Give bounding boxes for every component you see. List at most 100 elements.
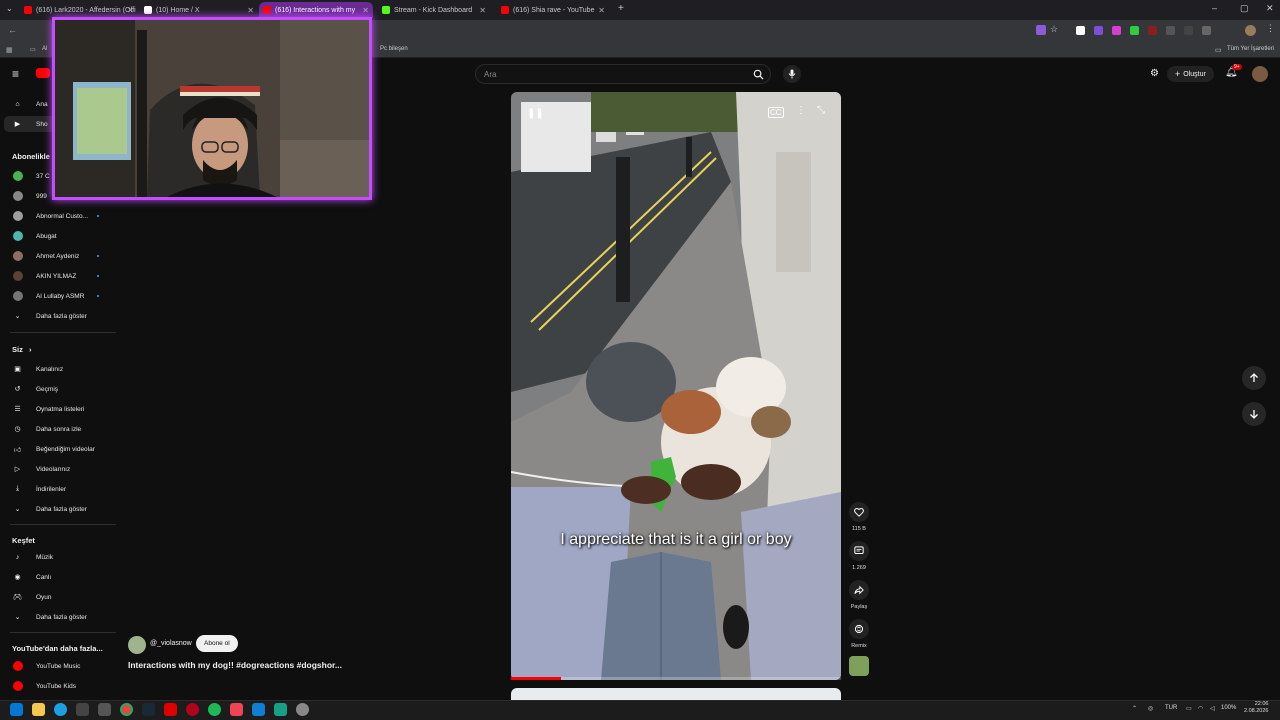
back-icon[interactable]: ← xyxy=(8,25,17,35)
browser-tab-2[interactable]: (10) Home / X ✕ xyxy=(140,2,258,18)
bookmark-al[interactable]: Al xyxy=(42,46,47,52)
file-explorer-icon[interactable] xyxy=(32,703,45,716)
extension-icon[interactable] xyxy=(1094,26,1103,35)
app-icon[interactable] xyxy=(296,703,309,716)
volume-tray-icon[interactable]: ◁ xyxy=(1210,705,1215,712)
search-button[interactable] xyxy=(746,64,771,84)
profile-avatar[interactable] xyxy=(1245,25,1256,36)
remix-button[interactable]: Remix xyxy=(848,619,870,649)
sidebar-item-your-channel[interactable]: ▣ Kanalınız xyxy=(0,361,118,377)
tab-search-icon[interactable]: ⌄ xyxy=(6,4,13,13)
new-tab-button[interactable]: + xyxy=(618,3,624,14)
audio-thumbnail[interactable] xyxy=(849,656,869,676)
browser-tab-5[interactable]: (616) Shia rave - YouTube ✕ xyxy=(497,2,609,18)
hamburger-menu-icon[interactable]: ≡ xyxy=(12,67,19,81)
window-close-icon[interactable]: ✕ xyxy=(1266,3,1274,14)
extension-icon[interactable] xyxy=(1166,26,1175,35)
extension-icon[interactable] xyxy=(1112,26,1121,35)
search-input[interactable]: Ara xyxy=(475,64,771,84)
subscription-item[interactable]: Al Lullaby ASMR xyxy=(0,288,118,304)
sidebar-item-music[interactable]: ♪ Müzik xyxy=(0,549,118,565)
sidebar-item-gaming[interactable]: 🎮︎ Oyun xyxy=(0,589,118,605)
steam-icon[interactable] xyxy=(142,703,155,716)
subscription-item[interactable]: Abnormal Custo... xyxy=(0,208,118,224)
subscription-item[interactable]: Ahmet Aydeniz xyxy=(0,248,118,264)
tray-app-icon[interactable]: ◎ xyxy=(1148,705,1153,712)
app-icon[interactable] xyxy=(274,703,287,716)
extension-icon[interactable] xyxy=(1148,26,1157,35)
sidebar-item-youtube-music[interactable]: YouTube Music xyxy=(0,658,118,674)
shorts-video-player[interactable]: ❚❚ CC ⋮ ⤡ xyxy=(511,92,841,680)
like-button[interactable]: 115 B xyxy=(848,502,870,532)
cast-icon[interactable]: ⚙ xyxy=(1150,68,1159,79)
sidebar-item-liked-videos[interactable]: 👍︎ Beğendiğim videolar xyxy=(0,441,118,457)
channel-avatar[interactable] xyxy=(128,636,146,654)
minimize-icon[interactable]: – xyxy=(1212,3,1217,13)
extensions-puzzle-icon[interactable] xyxy=(1202,26,1211,35)
apps-grid-icon[interactable]: ▦ xyxy=(6,46,13,54)
all-bookmarks[interactable]: Tüm Yer İşaretleri xyxy=(1227,46,1274,52)
next-short-button[interactable] xyxy=(1242,402,1266,426)
maximize-icon[interactable]: ▢ xyxy=(1240,3,1249,14)
sidebar-item-playlists[interactable]: ☰ Oynatma listeleri xyxy=(0,401,118,417)
youtube-logo-icon[interactable] xyxy=(36,68,50,78)
riot-icon[interactable] xyxy=(164,703,177,716)
close-icon[interactable]: ✕ xyxy=(127,6,134,15)
extension-icon[interactable] xyxy=(1076,26,1085,35)
tray-overflow-icon[interactable]: ⌃ xyxy=(1132,705,1137,712)
previous-short-button[interactable] xyxy=(1242,366,1266,390)
browser-tab-1[interactable]: (616) Lark2020 - Affedersin (Offi ✕ xyxy=(20,2,138,18)
browser-menu-icon[interactable]: ⋮ xyxy=(1266,23,1275,34)
close-icon[interactable]: ✕ xyxy=(362,6,369,15)
wifi-icon[interactable]: ◠ xyxy=(1198,705,1203,712)
more-options-icon[interactable]: ⋮ xyxy=(796,105,806,116)
sidebar-item-live[interactable]: ◉ Canlı xyxy=(0,569,118,585)
sidebar-item-watch-later[interactable]: ◷ Daha sonra izle xyxy=(0,421,118,437)
close-icon[interactable]: ✕ xyxy=(598,6,605,15)
tray-app-icon[interactable]: ▭ xyxy=(1186,705,1192,712)
subscription-item[interactable]: AKIN YILMAZ xyxy=(0,268,118,284)
fullscreen-icon[interactable]: ⤡ xyxy=(817,105,825,116)
subscriptions-heading[interactable]: Abonelikle xyxy=(12,152,50,161)
sidebar-item-your-videos[interactable]: ▷ Videolarınız xyxy=(0,461,118,477)
subscription-item[interactable]: Abugat xyxy=(0,228,118,244)
opera-icon[interactable] xyxy=(186,703,199,716)
chrome-icon[interactable] xyxy=(120,703,133,716)
browser-tab-4[interactable]: Stream - Kick Dashboard ✕ xyxy=(378,2,490,18)
extension-icon[interactable] xyxy=(1184,26,1193,35)
close-icon[interactable]: ✕ xyxy=(247,6,254,15)
you-section-heading[interactable]: Siz › xyxy=(12,345,31,354)
app-icon[interactable] xyxy=(98,703,111,716)
share-button[interactable]: Paylaş xyxy=(848,580,870,610)
bookmark-folder-icon[interactable]: ▭ xyxy=(30,46,36,53)
next-video-preview[interactable] xyxy=(511,688,841,700)
subscribe-button[interactable]: Abone ol xyxy=(196,635,238,652)
account-avatar[interactable] xyxy=(1252,66,1268,82)
browser-tab-3-active[interactable]: (616) Interactions with my ✕ xyxy=(259,2,373,18)
input-language[interactable]: TUR xyxy=(1165,705,1177,711)
extension-icon[interactable] xyxy=(1036,25,1046,35)
store-icon[interactable] xyxy=(76,703,89,716)
sidebar-item-downloads[interactable]: ⤓ İndirilenler xyxy=(0,481,118,497)
battery-level[interactable]: 100% xyxy=(1221,705,1236,711)
voice-search-button[interactable] xyxy=(783,65,801,83)
edge-icon[interactable] xyxy=(54,703,67,716)
windows-start-icon[interactable] xyxy=(10,703,23,716)
you-show-more[interactable]: ⌄ Daha fazla göster xyxy=(0,501,118,517)
bookmark-star-icon[interactable]: ☆ xyxy=(1050,24,1058,35)
bookmark-pc-bilesen[interactable]: Pc bileşen xyxy=(380,46,408,52)
channel-name[interactable]: @_violasnow xyxy=(150,640,192,647)
sidebar-item-youtube-kids[interactable]: YouTube Kids xyxy=(0,678,118,694)
captions-icon[interactable]: CC xyxy=(768,107,784,118)
sidebar-item-history[interactable]: ↺ Geçmiş xyxy=(0,381,118,397)
explore-show-more[interactable]: ⌄ Daha fazla göster xyxy=(0,609,118,625)
close-icon[interactable]: ✕ xyxy=(479,6,486,15)
subscriptions-show-more[interactable]: ⌄ Daha fazla göster xyxy=(0,308,118,324)
app-icon[interactable] xyxy=(230,703,243,716)
create-button[interactable]: + Oluştur xyxy=(1167,66,1214,82)
video-progress-bar[interactable] xyxy=(511,677,841,680)
volume-icon[interactable] xyxy=(529,106,543,120)
comments-button[interactable]: 1.269 xyxy=(848,541,870,571)
spotify-icon[interactable] xyxy=(208,703,221,716)
vscode-icon[interactable] xyxy=(252,703,265,716)
